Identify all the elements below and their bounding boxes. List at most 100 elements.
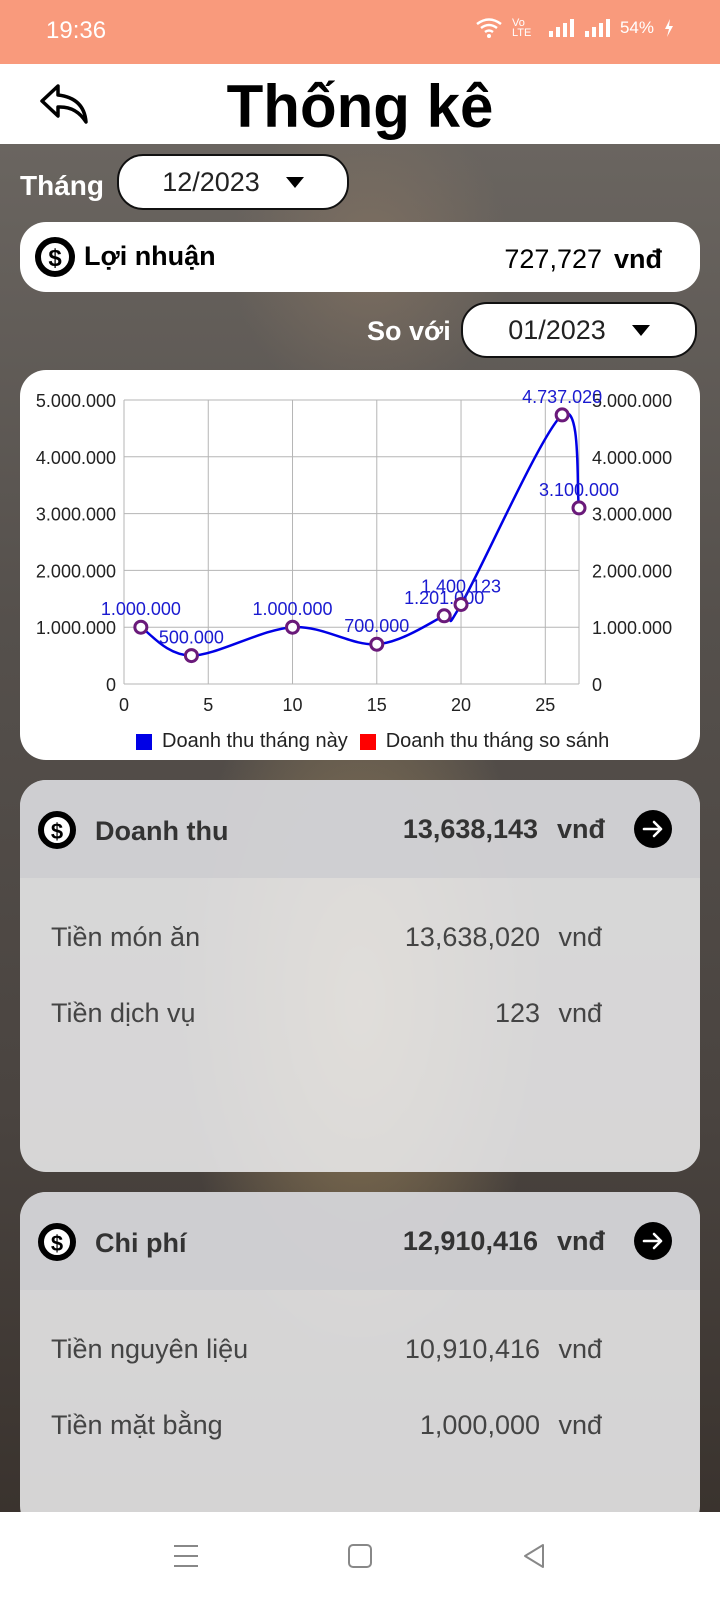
y-tick-label-left: 0 (106, 675, 116, 695)
legend-item-this-month: Doanh thu tháng này (136, 730, 348, 753)
row-label: Tiền nguyên liệu (51, 1334, 249, 1364)
revenue-total: 13,638,143 (402, 814, 538, 844)
profit-card: $ Lợi nhuận 727,727 vnđ (20, 222, 700, 292)
y-tick-label-right: 2.000.000 (592, 561, 672, 581)
data-label: 500.000 (159, 628, 224, 648)
revenue-detail-button[interactable] (634, 810, 672, 848)
expense-row-rent: Tiền mặt bằng 1,000,000 vnđ (20, 1410, 700, 1450)
legend-swatch-this-month (136, 733, 152, 750)
compare-label: So với (367, 316, 451, 346)
volte-indicator: Vo LTE (511, 17, 532, 39)
x-tick-label: 20 (451, 695, 471, 715)
dropdown-caret-icon (631, 324, 650, 336)
revenue-unit: vnđ (556, 814, 605, 844)
statistics-content: Tháng 12/2023 $ Lợi nhuận 727,727 vnđ So… (0, 144, 720, 1512)
back-triangle-icon (524, 1544, 544, 1568)
profit-unit: vnđ (613, 244, 662, 274)
signal-icon (548, 19, 574, 37)
dollar-icon: $ (35, 237, 75, 277)
y-tick-label-right: 0 (592, 675, 602, 695)
battery-level: 54% (619, 18, 654, 37)
signal-icon-2 (584, 19, 610, 37)
data-point (369, 636, 385, 652)
y-tick-label-left: 4.000.000 (36, 448, 116, 468)
expense-header: $ Chi phí 12,910,416 vnđ (20, 1192, 700, 1290)
back-nav-button[interactable] (506, 1530, 562, 1582)
expense-unit: vnđ (556, 1226, 605, 1256)
compare-month-dropdown[interactable]: 01/2023 (461, 302, 697, 358)
data-point (285, 619, 301, 635)
x-tick-label: 25 (535, 695, 555, 715)
x-tick-label: 15 (367, 695, 387, 715)
legend-swatch-compare-month (359, 733, 376, 750)
revenue-panel: $ Doanh thu 13,638,143 vnđ Tiền món ăn 1… (20, 780, 700, 1172)
row-value: 13,638,020 (404, 922, 540, 952)
month-dropdown[interactable]: 12/2023 (117, 154, 349, 210)
home-square-icon (348, 1544, 372, 1568)
dollar-symbol: $ (42, 1227, 72, 1257)
dollar-symbol: $ (39, 241, 71, 273)
x-tick-label: 5 (203, 695, 213, 715)
data-point (571, 500, 587, 516)
data-label: 700.000 (344, 616, 409, 636)
data-label: 1.000.000 (252, 599, 332, 619)
chart-legend: Doanh thu tháng này Doanh thu tháng so s… (136, 730, 621, 753)
data-point (183, 648, 199, 664)
dollar-icon: $ (38, 811, 76, 849)
data-label: 3.100.000 (539, 480, 619, 500)
data-label: 1.400.123 (421, 576, 501, 596)
dollar-symbol: $ (42, 815, 72, 845)
revenue-title: Doanh thu (95, 816, 229, 846)
app-bar: Thống kê (0, 64, 720, 144)
month-dropdown-value: 12/2023 (162, 166, 260, 197)
charging-icon (665, 19, 673, 37)
legend-item-compare-month: Doanh thu tháng so sánh (359, 730, 609, 753)
revenue-header: $ Doanh thu 13,638,143 vnđ (20, 780, 700, 878)
data-point (453, 596, 469, 612)
row-label: Tiền mặt bằng (51, 1410, 223, 1440)
data-label: 1.000.000 (101, 599, 181, 619)
y-tick-label-left: 1.000.000 (36, 618, 116, 638)
profit-value: 727,727 (504, 244, 602, 274)
expense-total: 12,910,416 (402, 1226, 538, 1256)
expense-row-ingredients: Tiền nguyên liệu 10,910,416 vnđ (20, 1334, 700, 1374)
row-unit: vnđ (558, 1410, 602, 1440)
expense-panel: $ Chi phí 12,910,416 vnđ Tiền nguyên liệ… (20, 1192, 700, 1512)
x-tick-label: 0 (119, 695, 129, 715)
row-unit: vnđ (558, 1334, 602, 1364)
expense-detail-button[interactable] (634, 1222, 672, 1260)
row-unit: vnđ (558, 922, 602, 952)
status-time: 19:36 (46, 17, 107, 44)
arrow-right-icon (642, 820, 663, 838)
legend-label-this-month: Doanh thu tháng này (162, 730, 348, 752)
compare-dropdown-value: 01/2023 (508, 314, 606, 345)
row-value: 10,910,416 (404, 1334, 540, 1364)
y-tick-label-right: 1.000.000 (592, 618, 672, 638)
row-value: 123 (494, 998, 540, 1028)
data-point (554, 407, 570, 423)
row-label: Tiền dịch vụ (51, 998, 196, 1028)
y-tick-label-right: 3.000.000 (592, 505, 672, 525)
data-point (436, 608, 452, 624)
revenue-row-food: Tiền món ăn 13,638,020 vnđ (20, 922, 700, 962)
profit-label: Lợi nhuận (84, 241, 216, 271)
y-tick-label-left: 5.000.000 (36, 391, 116, 411)
y-tick-label-right: 5.000.000 (592, 391, 672, 411)
dropdown-caret-icon (285, 176, 304, 188)
home-nav-button[interactable] (332, 1530, 388, 1582)
row-label: Tiền món ăn (51, 922, 201, 952)
status-bar: 19:36 Vo LTE 54% (0, 0, 720, 64)
dollar-icon: $ (38, 1223, 76, 1261)
month-label: Tháng (20, 170, 104, 201)
data-point (133, 619, 149, 635)
menu-icon (174, 1545, 198, 1567)
y-tick-label-left: 3.000.000 (36, 505, 116, 525)
revenue-line-chart: 0 01.000.000 1.000.0002.000.000 2.000.0003.… (36, 387, 672, 715)
menu-nav-button[interactable] (158, 1530, 214, 1582)
y-tick-label-left: 2.000.000 (36, 561, 116, 581)
system-nav-bar (0, 1512, 720, 1600)
row-unit: vnđ (558, 998, 602, 1028)
wifi-icon (476, 18, 502, 38)
status-icons: Vo LTE 54% (476, 17, 674, 39)
data-label: 4.737.020 (522, 387, 602, 407)
